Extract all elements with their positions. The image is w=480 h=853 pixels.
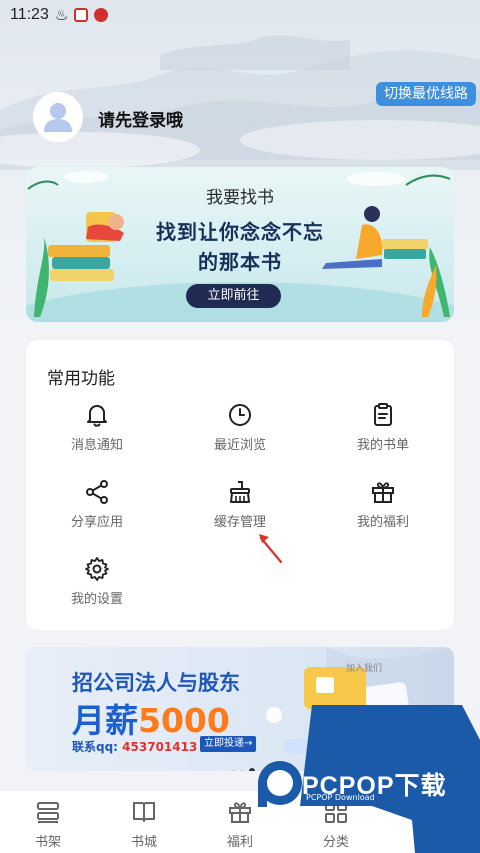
carousel-indicator — [231, 759, 260, 771]
function-settings[interactable]: 我的设置 — [42, 556, 152, 616]
login-prompt[interactable]: 请先登录哦 — [98, 106, 183, 131]
ad-contact: 联系qq: 453701413 — [72, 738, 197, 755]
function-share[interactable]: 分享应用 — [42, 479, 152, 539]
ad-contact-qq: 453701413 — [122, 740, 198, 754]
status-time: 11:23 — [10, 6, 49, 23]
function-label: 消息通知 — [70, 438, 123, 453]
app-red-icon — [94, 8, 109, 22]
carousel-dot — [240, 770, 244, 771]
bell-icon — [87, 405, 107, 427]
ad-join-label: 加入我们 — [346, 664, 383, 674]
switch-line-button[interactable]: 切换最优线路 — [376, 82, 476, 106]
fire-icon: ♨ — [54, 6, 69, 24]
function-label: 我的书单 — [356, 438, 409, 453]
common-functions-card: 常用功能 消息通知 最近浏览 我的书单 分享应用 缓存管理 我的福利 我的设置 — [26, 340, 454, 630]
function-label: 我的福利 — [356, 515, 409, 530]
share-icon — [86, 480, 108, 504]
watermark-subtext: PCPOP Download — [306, 793, 375, 802]
gear-icon — [85, 557, 109, 581]
nav-label: 分类 — [322, 835, 349, 850]
nav-label: 书城 — [130, 835, 157, 850]
book-icon — [133, 802, 155, 822]
function-label: 最近浏览 — [213, 438, 266, 453]
function-label: 我的设置 — [70, 592, 123, 607]
red-arrow-annotation — [259, 534, 283, 564]
weibo-red-icon — [74, 8, 89, 22]
function-recent[interactable]: 最近浏览 — [185, 402, 295, 462]
nav-bookstore[interactable]: 书城 — [114, 799, 174, 850]
banner-subtitle: 我要找书 — [206, 188, 274, 208]
nav-label: 书架 — [34, 835, 61, 850]
function-notifications[interactable]: 消息通知 — [42, 402, 152, 462]
clock-icon — [229, 404, 251, 426]
ad-contact-label: 联系qq: — [72, 740, 123, 754]
carousel-dot — [231, 770, 235, 771]
ad-apply-button[interactable]: 立即投递→ — [200, 736, 257, 752]
recruitment-ad-banner[interactable]: 招公司法人与股东 月薪5000 联系qq: 453701413 立即投递→ 加入… — [26, 647, 454, 771]
section-title: 常用功能 — [47, 369, 115, 389]
nav-label: 福利 — [226, 835, 253, 850]
banner-title-line1: 找到让你念念不忘 — [156, 220, 324, 244]
clipboard-icon — [374, 403, 392, 426]
banner-title-line2: 的那本书 — [198, 250, 282, 274]
ad-salary: 月薪5000 — [72, 694, 230, 742]
broom-icon — [230, 481, 250, 503]
function-benefits[interactable]: 我的福利 — [328, 479, 438, 539]
go-now-button[interactable]: 立即前往 — [186, 284, 281, 308]
function-label: 分享应用 — [70, 515, 123, 530]
gift-icon — [372, 482, 394, 503]
ad-salary-prefix: 月薪 — [72, 701, 138, 740]
status-bar: 11:23 ♨ — [0, 0, 480, 30]
bookshelf-icon — [37, 802, 59, 823]
user-avatar-icon[interactable] — [33, 92, 83, 142]
function-label: 缓存管理 — [213, 515, 266, 530]
carousel-dot-active — [249, 768, 255, 771]
find-book-banner[interactable]: 我要找书 找到让你念念不忘 的那本书 立即前往 — [26, 167, 454, 322]
nav-bookshelf[interactable]: 书架 — [18, 799, 78, 850]
nav-category[interactable]: 分类 — [306, 799, 366, 850]
ad-salary-number: 5000 — [138, 701, 230, 740]
function-booklist[interactable]: 我的书单 — [328, 402, 438, 462]
grid-icon — [325, 801, 347, 823]
ad-headline: 招公司法人与股东 — [72, 671, 240, 695]
nav-welfare[interactable]: 福利 — [210, 799, 270, 850]
gift-icon — [229, 802, 251, 823]
